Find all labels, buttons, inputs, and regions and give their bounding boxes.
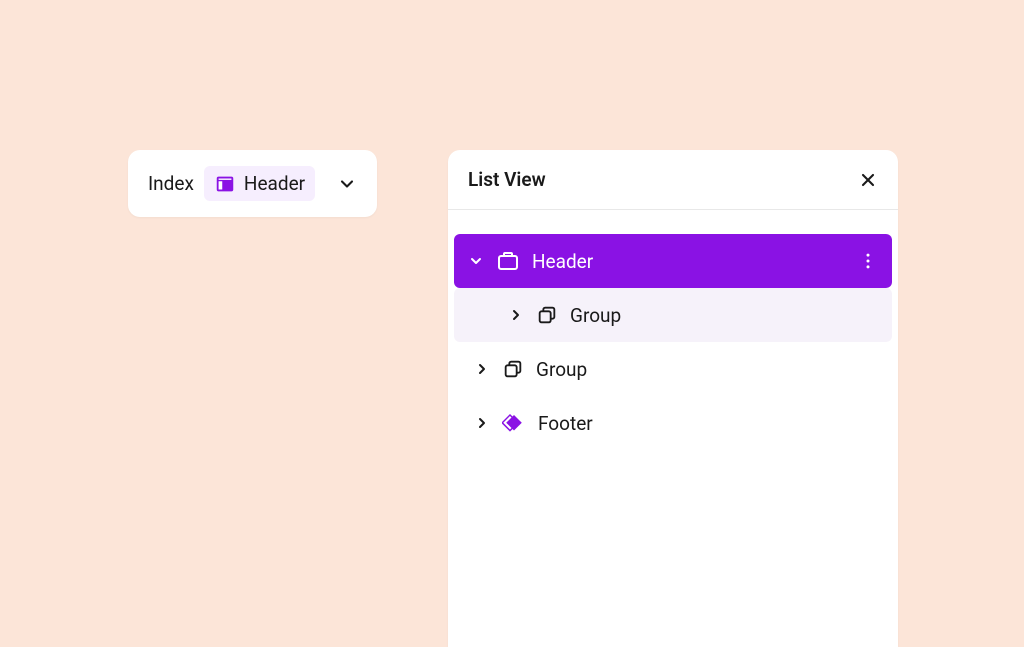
tree-item-label: Group (570, 304, 878, 327)
tree-item-group[interactable]: Group (454, 288, 892, 342)
header-block-icon (496, 249, 520, 273)
breadcrumb-root[interactable]: Index (148, 172, 194, 195)
panel-title: List View (468, 168, 546, 191)
tree-item-footer[interactable]: Footer (454, 396, 892, 450)
breadcrumb[interactable]: Index Header (128, 150, 377, 217)
tree-list: Header Group (448, 210, 898, 456)
group-icon (502, 358, 524, 380)
chevron-down-icon[interactable] (468, 253, 484, 269)
tree-item-label: Header (532, 250, 846, 273)
breadcrumb-chip[interactable]: Header (204, 166, 315, 201)
footer-pattern-icon (502, 411, 526, 435)
close-icon[interactable] (858, 170, 878, 190)
layout-icon (214, 173, 236, 195)
panel-header: List View (448, 150, 898, 210)
chevron-right-icon[interactable] (474, 361, 490, 377)
group-icon (536, 304, 558, 326)
chevron-down-icon[interactable] (337, 174, 357, 194)
breadcrumb-chip-label: Header (244, 172, 305, 195)
tree-item-header[interactable]: Header (454, 234, 892, 288)
chevron-right-icon[interactable] (508, 307, 524, 323)
tree-item-label: Group (536, 358, 878, 381)
tree-item-group[interactable]: Group (454, 342, 892, 396)
list-view-panel: List View Header (448, 150, 898, 647)
more-options-icon[interactable] (858, 251, 878, 271)
chevron-right-icon[interactable] (474, 415, 490, 431)
tree-item-label: Footer (538, 412, 878, 435)
